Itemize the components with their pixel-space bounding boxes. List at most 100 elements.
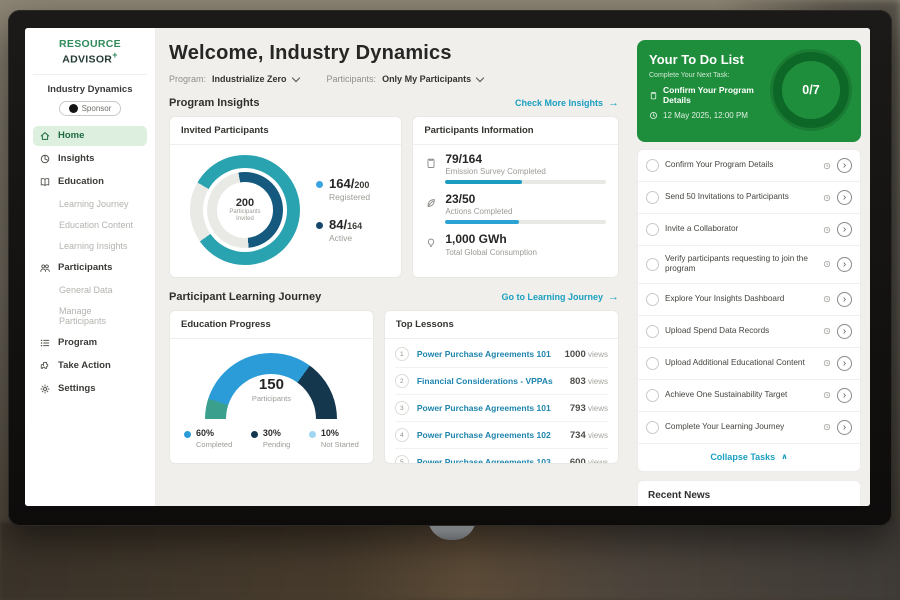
survey-icon <box>425 156 437 168</box>
legend-item-registered: 164/200 Registered <box>316 177 370 202</box>
lesson-row: 2 Financial Considerations - VPPAs 803 v… <box>395 368 608 395</box>
todo-progress-count: 0/7 <box>802 83 819 97</box>
chevron-right-icon: › <box>843 259 846 270</box>
task-checkbox[interactable] <box>646 293 659 306</box>
task-open-button[interactable]: › <box>837 158 852 173</box>
task-open-button[interactable]: › <box>837 420 852 435</box>
go-to-learning-journey-link[interactable]: Go to Learning Journey → <box>501 291 619 303</box>
clock-icon <box>823 423 831 431</box>
clock-icon <box>823 359 831 367</box>
emission-progress-bar <box>445 180 606 184</box>
donut-center-value: 200 <box>236 197 254 209</box>
lesson-link[interactable]: Power Purchase Agreements 103 <box>417 457 562 464</box>
sidebar: RESOURCE ADVISOR+ Industry Dynamics Spon… <box>25 28 156 506</box>
sidebar-item-education-content[interactable]: Education Content <box>33 216 147 234</box>
task-checkbox[interactable] <box>646 258 659 271</box>
stat-actions-completed: 23/50 Actions Completed <box>425 193 606 224</box>
recent-news-card: Recent News <box>637 480 861 507</box>
lesson-link[interactable]: Financial Considerations - VPPAs <box>417 376 562 386</box>
sidebar-item-manage-participants[interactable]: Manage Participants <box>33 302 147 330</box>
section-title: Program Insights <box>169 97 259 109</box>
recent-news-title: Recent News <box>648 490 850 507</box>
chevron-down-icon <box>476 73 484 81</box>
lesson-row: 5 Power Purchase Agreements 103 600 view… <box>395 449 608 464</box>
clock-icon <box>823 226 831 234</box>
main-content: Welcome, Industry Dynamics Program: Indu… <box>156 28 629 506</box>
task-open-button[interactable]: › <box>837 324 852 339</box>
sidebar-nav: Home Insights Education Learning Journey… <box>25 124 155 401</box>
legend-dot-pending <box>251 431 258 438</box>
actions-progress-bar <box>445 220 606 224</box>
todo-next-task: Confirm Your Program Details <box>663 85 765 105</box>
chevron-right-icon: › <box>843 160 846 171</box>
sidebar-item-learning-insights[interactable]: Learning Insights <box>33 237 147 255</box>
lesson-link[interactable]: Power Purchase Agreements 101 <box>417 403 562 413</box>
task-checkbox[interactable] <box>646 357 659 370</box>
task-open-button[interactable]: › <box>837 190 852 205</box>
task-row: Explore Your Insights Dashboard › <box>638 284 860 316</box>
puzzle-icon <box>39 360 51 372</box>
sidebar-item-take-action[interactable]: Take Action <box>33 356 147 376</box>
task-row: Upload Spend Data Records › <box>638 316 860 348</box>
card-title: Participants Information <box>413 117 618 145</box>
chevron-right-icon: › <box>843 390 846 401</box>
sidebar-item-program[interactable]: Program <box>33 333 147 353</box>
top-lessons-card: Top Lessons 1 Power Purchase Agreements … <box>384 310 619 464</box>
learning-journey-header: Participant Learning Journey Go to Learn… <box>169 291 619 303</box>
task-row: Confirm Your Program Details › <box>638 150 860 182</box>
legend-item-pending: 30% Pending <box>251 429 291 449</box>
bulb-icon <box>425 236 437 248</box>
sponsor-badge-label: Sponsor <box>82 104 112 113</box>
check-more-insights-link[interactable]: Check More Insights → <box>515 97 619 109</box>
invited-participants-card: Invited Participants 200 Participants In… <box>169 116 402 278</box>
task-checkbox[interactable] <box>646 223 659 236</box>
legend-item-completed: 60% Completed <box>184 429 232 449</box>
education-progress-gauge-chart: 150 Participants <box>205 353 337 419</box>
legend-dot-registered <box>316 181 323 188</box>
task-open-button[interactable]: › <box>837 356 852 371</box>
gauge-center-value: 150 <box>205 377 337 392</box>
task-open-button[interactable]: › <box>837 222 852 237</box>
list-icon <box>39 337 51 349</box>
participants-dropdown[interactable]: Only My Participants <box>382 74 483 84</box>
legend-item-active: 84/164 Active <box>316 218 370 243</box>
sidebar-item-learning-journey[interactable]: Learning Journey <box>33 195 147 213</box>
donut-legend: 164/200 Registered 84/164 Active <box>316 177 370 243</box>
lesson-rank: 5 <box>395 455 409 464</box>
task-open-button[interactable]: › <box>837 388 852 403</box>
program-dropdown[interactable]: Industrialize Zero <box>212 74 299 84</box>
clock-icon <box>823 260 831 268</box>
todo-title: Your To Do List <box>649 52 765 67</box>
insights-cards-row: Invited Participants 200 Participants In… <box>169 116 619 278</box>
collapse-tasks-link[interactable]: Collapse Tasks ∧ <box>638 444 860 471</box>
card-title: Education Progress <box>170 311 373 339</box>
app-window: RESOURCE ADVISOR+ Industry Dynamics Spon… <box>25 28 870 506</box>
lesson-link[interactable]: Power Purchase Agreements 102 <box>417 430 562 440</box>
chevron-up-icon: ∧ <box>781 452 788 461</box>
chevron-right-icon: › <box>843 326 846 337</box>
sidebar-item-home[interactable]: Home <box>33 126 147 146</box>
task-checkbox[interactable] <box>646 389 659 402</box>
lesson-link[interactable]: Power Purchase Agreements 101 <box>417 349 557 359</box>
clock-icon <box>823 327 831 335</box>
sidebar-item-insights[interactable]: Insights <box>33 149 147 169</box>
sidebar-item-education[interactable]: Education <box>33 172 147 192</box>
sidebar-item-general-data[interactable]: General Data <box>33 281 147 299</box>
task-checkbox[interactable] <box>646 191 659 204</box>
education-progress-card: Education Progress 150 Participants <box>169 310 374 464</box>
task-row: Send 50 Invitations to Participants › <box>638 182 860 214</box>
task-open-button[interactable]: › <box>837 292 852 307</box>
sidebar-item-participants[interactable]: Participants <box>33 258 147 278</box>
leaf-icon <box>425 196 437 208</box>
card-title: Invited Participants <box>170 117 401 145</box>
monitor-bezel: RESOURCE ADVISOR+ Industry Dynamics Spon… <box>8 10 892 526</box>
task-checkbox[interactable] <box>646 159 659 172</box>
task-open-button[interactable]: › <box>837 257 852 272</box>
sidebar-item-settings[interactable]: Settings <box>33 379 147 399</box>
task-checkbox[interactable] <box>646 421 659 434</box>
clipboard-icon <box>649 91 658 100</box>
task-checkbox[interactable] <box>646 325 659 338</box>
program-insights-header: Program Insights Check More Insights → <box>169 97 619 109</box>
brand-logo: RESOURCE ADVISOR+ <box>33 38 147 75</box>
chevron-right-icon: › <box>843 422 846 433</box>
